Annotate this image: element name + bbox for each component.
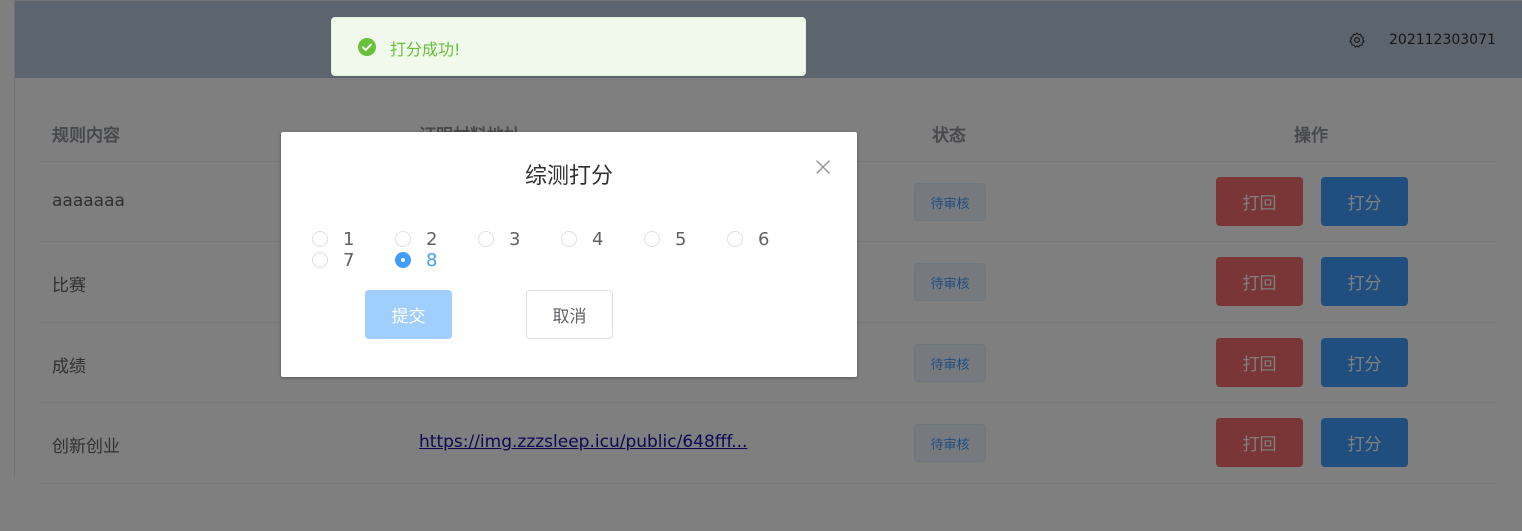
radio-label: 5 (675, 228, 687, 250)
radio-option-7[interactable]: 7 (312, 249, 354, 271)
check-circle-icon (358, 38, 376, 56)
radio-circle[interactable] (312, 231, 328, 247)
score-dialog: 综测打分 1 2 3 4 5 6 7 8 提交 取消 (281, 132, 857, 377)
radio-label: 2 (426, 228, 438, 250)
radio-label: 3 (509, 228, 521, 250)
radio-circle[interactable] (395, 231, 411, 247)
radio-circle[interactable] (312, 252, 328, 268)
radio-option-6[interactable]: 6 (727, 228, 769, 250)
radio-label: 1 (343, 228, 355, 250)
success-toast: 打分成功! (331, 17, 806, 76)
radio-option-3[interactable]: 3 (478, 228, 520, 250)
radio-label: 4 (592, 228, 604, 250)
submit-button[interactable]: 提交 (365, 290, 452, 339)
radio-option-2[interactable]: 2 (395, 228, 437, 250)
close-icon[interactable] (815, 159, 831, 175)
radio-circle[interactable] (644, 231, 660, 247)
radio-option-5[interactable]: 5 (644, 228, 686, 250)
radio-option-4[interactable]: 4 (561, 228, 603, 250)
cancel-button[interactable]: 取消 (526, 290, 613, 339)
radio-circle[interactable] (478, 231, 494, 247)
radio-option-1[interactable]: 1 (312, 228, 354, 250)
radio-option-8[interactable]: 8 (395, 249, 437, 271)
radio-circle[interactable] (727, 231, 743, 247)
radio-label: 8 (426, 249, 438, 271)
radio-label: 7 (343, 249, 355, 271)
radio-circle[interactable] (561, 231, 577, 247)
dialog-title: 综测打分 (524, 164, 613, 189)
radio-label: 6 (758, 228, 770, 250)
radio-circle-selected[interactable] (395, 252, 411, 268)
toast-message: 打分成功! (390, 40, 461, 59)
